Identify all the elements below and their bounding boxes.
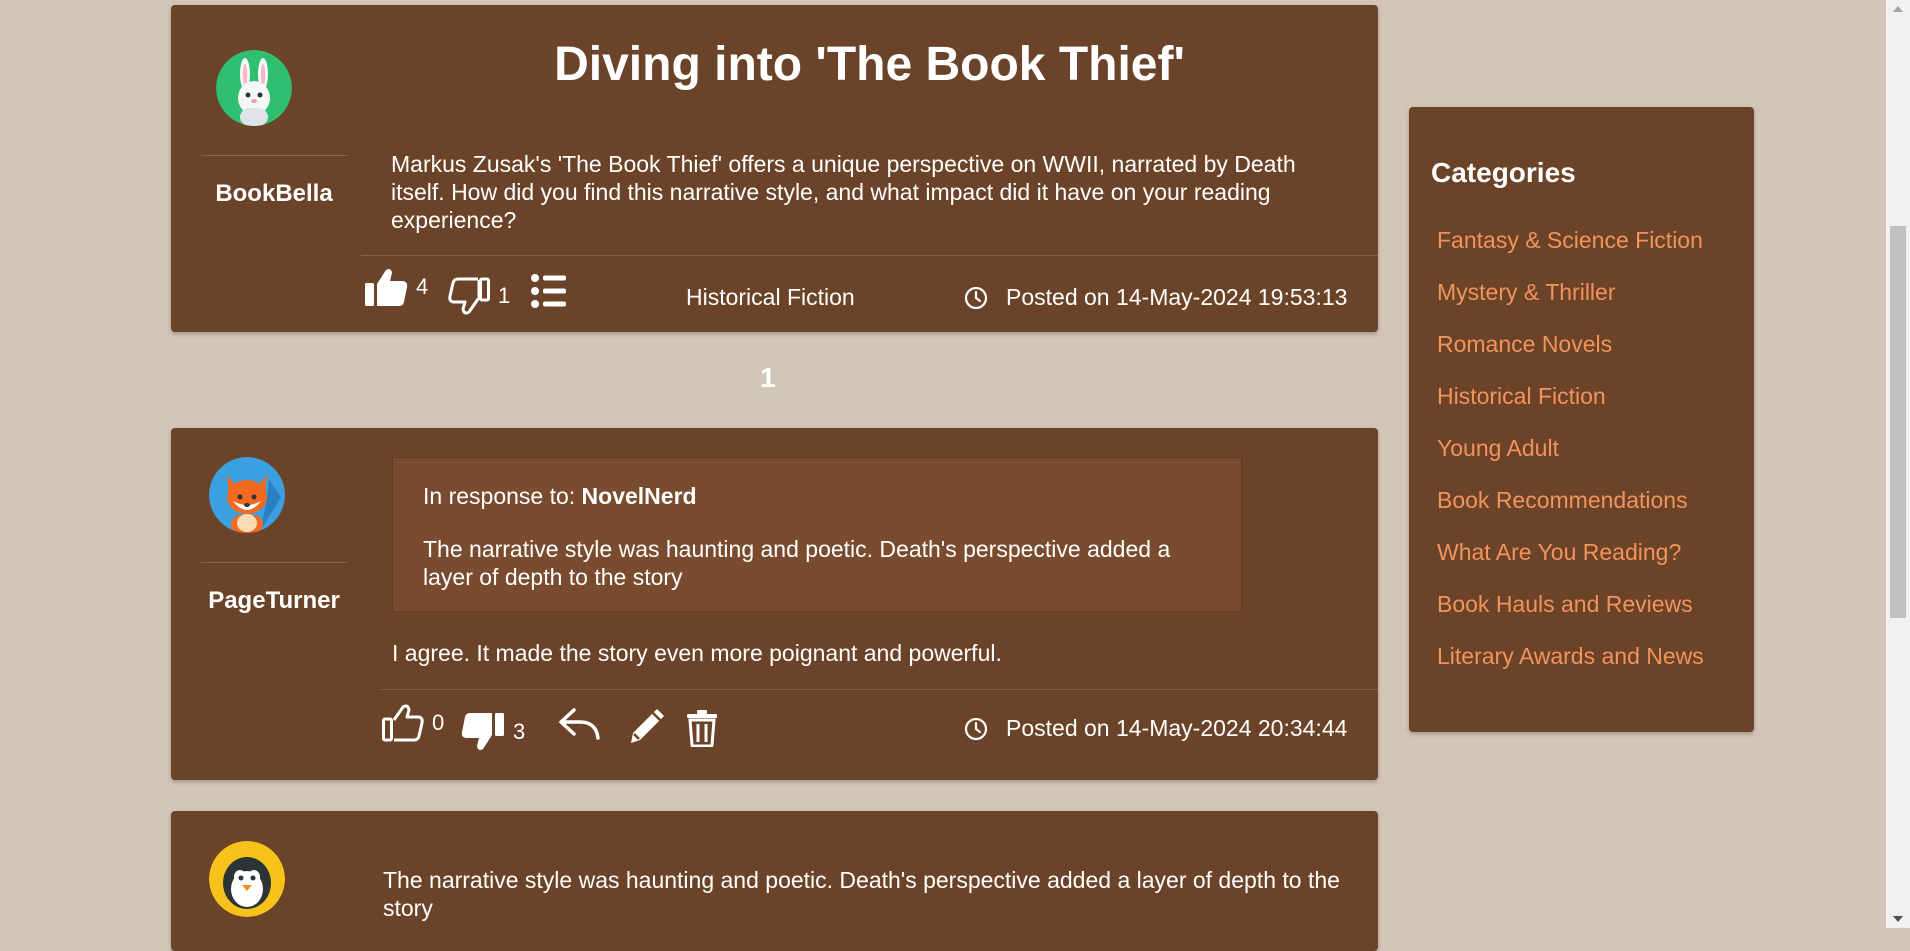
like-count: 4 bbox=[416, 274, 429, 299]
post-timestamp: Posted on 14-May-2024 19:53:13 bbox=[964, 284, 1347, 311]
dislike-count: 1 bbox=[498, 283, 511, 308]
category-link-young-adult[interactable]: Young Adult bbox=[1437, 435, 1704, 487]
thread-card: BookBella Diving into 'The Book Thief' M… bbox=[171, 5, 1378, 332]
penguin-avatar-icon bbox=[209, 841, 285, 917]
dislike-button[interactable]: 3 bbox=[461, 712, 525, 752]
quote-text: The narrative style was haunting and poe… bbox=[423, 536, 1171, 590]
thread-title: Diving into 'The Book Thief' bbox=[554, 38, 1185, 91]
thumbs-down-icon bbox=[461, 713, 504, 750]
category-link-historical[interactable]: Historical Fiction bbox=[1437, 383, 1704, 435]
category-link-romance[interactable]: Romance Novels bbox=[1437, 331, 1704, 383]
author-name[interactable]: PageTurner bbox=[201, 587, 347, 615]
action-divider bbox=[381, 689, 1378, 690]
like-button[interactable]: 4 bbox=[364, 267, 428, 307]
clock-icon bbox=[964, 286, 988, 309]
bunny-avatar-icon bbox=[216, 50, 292, 126]
quoted-reply: In response to: NovelNerd The narrative … bbox=[392, 457, 1242, 612]
category-link-mystery[interactable]: Mystery & Thriller bbox=[1437, 279, 1704, 331]
category-link-fantasy[interactable]: Fantasy & Science Fiction bbox=[1437, 227, 1704, 279]
thumbs-down-icon bbox=[448, 277, 490, 315]
fox-avatar-icon bbox=[209, 457, 285, 533]
category-link-hauls[interactable]: Book Hauls and Reviews bbox=[1437, 591, 1704, 643]
scroll-up-arrow-icon[interactable] bbox=[1893, 6, 1903, 12]
reply-button[interactable] bbox=[558, 706, 600, 742]
quote-author[interactable]: NovelNerd bbox=[582, 483, 697, 509]
quote-label: In response to: NovelNerd bbox=[423, 483, 697, 510]
category-link-recommendations[interactable]: Book Recommendations bbox=[1437, 487, 1704, 539]
author-name[interactable]: BookBella bbox=[201, 180, 347, 208]
categories-sidebar: Categories Fantasy & Science Fiction Mys… bbox=[1409, 107, 1754, 732]
scroll-thumb[interactable] bbox=[1890, 226, 1906, 618]
list-button[interactable] bbox=[531, 273, 567, 309]
pencil-icon bbox=[631, 709, 664, 743]
list-icon bbox=[531, 274, 566, 308]
category-link-awards[interactable]: Literary Awards and News bbox=[1437, 643, 1704, 695]
like-count: 0 bbox=[432, 710, 445, 735]
posted-text: Posted on 14-May-2024 20:34:44 bbox=[1006, 715, 1348, 741]
like-button[interactable]: 0 bbox=[382, 704, 444, 742]
dislike-button[interactable]: 1 bbox=[448, 277, 510, 315]
reply-card: PageTurner In response to: NovelNerd The… bbox=[171, 428, 1378, 780]
delete-button[interactable] bbox=[686, 709, 718, 747]
posted-text: Posted on 14-May-2024 19:53:13 bbox=[1006, 284, 1348, 310]
scroll-down-arrow-icon[interactable] bbox=[1893, 916, 1903, 922]
post-timestamp: Posted on 14-May-2024 20:34:44 bbox=[964, 715, 1347, 742]
user-divider bbox=[201, 155, 347, 156]
edit-button[interactable] bbox=[627, 706, 667, 746]
category-link[interactable]: Historical Fiction bbox=[686, 284, 855, 311]
thumbs-up-icon bbox=[382, 704, 424, 742]
reply-icon bbox=[559, 708, 600, 740]
pagination-current[interactable]: 1 bbox=[760, 362, 776, 394]
action-divider bbox=[361, 255, 1378, 256]
comment-body: The narrative style was haunting and poe… bbox=[383, 867, 1340, 921]
category-link-reading[interactable]: What Are You Reading? bbox=[1437, 539, 1704, 591]
quote-prefix: In response to: bbox=[423, 483, 582, 509]
comment-card: The narrative style was haunting and poe… bbox=[171, 811, 1378, 951]
vertical-scrollbar[interactable] bbox=[1886, 0, 1910, 928]
trash-icon bbox=[687, 710, 717, 747]
thumbs-up-icon bbox=[365, 269, 408, 306]
thread-body: Markus Zusak's 'The Book Thief' offers a… bbox=[391, 151, 1296, 233]
dislike-count: 3 bbox=[513, 719, 526, 744]
sidebar-title: Categories bbox=[1431, 157, 1576, 188]
user-divider bbox=[201, 562, 347, 563]
clock-icon bbox=[964, 717, 988, 740]
reply-body: I agree. It made the story even more poi… bbox=[392, 640, 1002, 666]
category-list: Fantasy & Science Fiction Mystery & Thri… bbox=[1437, 227, 1704, 695]
